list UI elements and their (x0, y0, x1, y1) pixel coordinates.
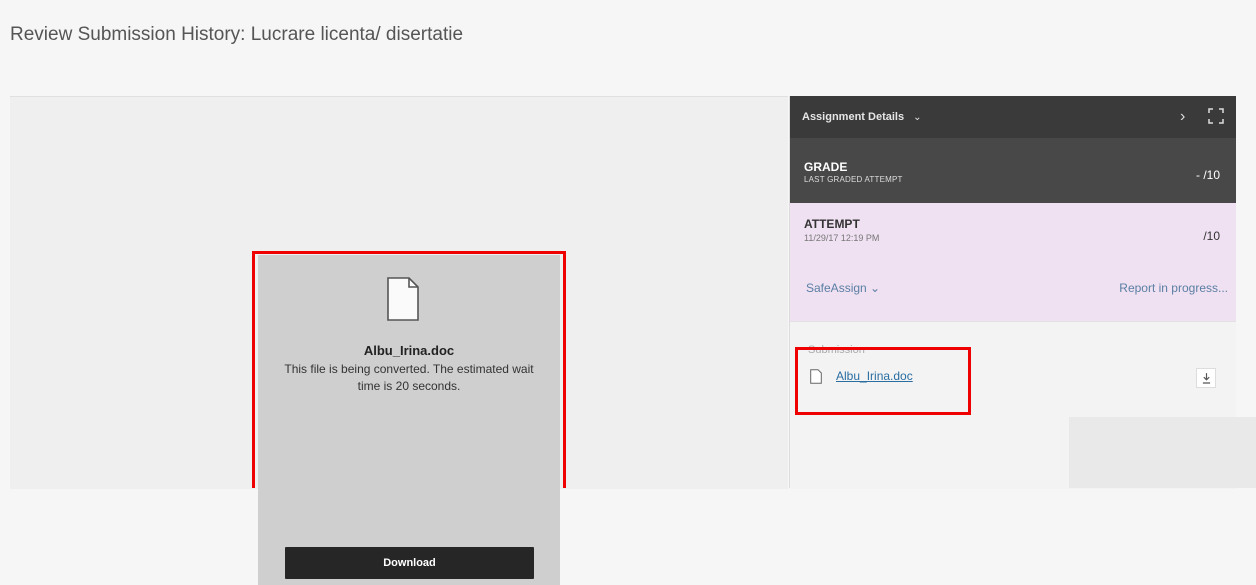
panel-header-title: Assignment Details (802, 111, 905, 123)
download-icon[interactable] (1196, 368, 1216, 388)
attempt-date: 11/29/17 12:19 PM (804, 233, 880, 243)
attempt-title: ATTEMPT (804, 217, 860, 231)
grade-subtitle: LAST GRADED ATTEMPT (804, 175, 903, 184)
safeassign-label: SafeAssign (806, 281, 867, 295)
highlight-box-submission (795, 347, 971, 415)
assignment-details-dropdown[interactable]: Assignment Details ⌄ (802, 111, 922, 123)
fullscreen-icon[interactable] (1208, 108, 1224, 124)
grade-value: - /10 (1195, 168, 1220, 182)
grade-title: GRADE (804, 160, 848, 174)
overlay-block (1069, 417, 1256, 488)
highlight-box-preview (252, 251, 566, 488)
page-title: Review Submission History: Lucrare licen… (10, 24, 464, 45)
panel-header: Assignment Details ⌄ › (790, 96, 1236, 138)
attempt-section: ATTEMPT 11/29/17 12:19 PM /10 SafeAssign… (790, 203, 1236, 321)
download-button[interactable]: Download (285, 547, 534, 579)
chevron-down-icon: ⌄ (870, 281, 881, 295)
report-status-link[interactable]: Report in progress... (1119, 281, 1228, 295)
chevron-down-icon: ⌄ (913, 112, 922, 123)
safeassign-dropdown[interactable]: SafeAssign ⌄ (806, 281, 880, 295)
attempt-score: /10 (1203, 229, 1220, 243)
chevron-right-icon[interactable]: › (1180, 108, 1185, 126)
grade-section: GRADE LAST GRADED ATTEMPT - /10 (790, 138, 1236, 203)
